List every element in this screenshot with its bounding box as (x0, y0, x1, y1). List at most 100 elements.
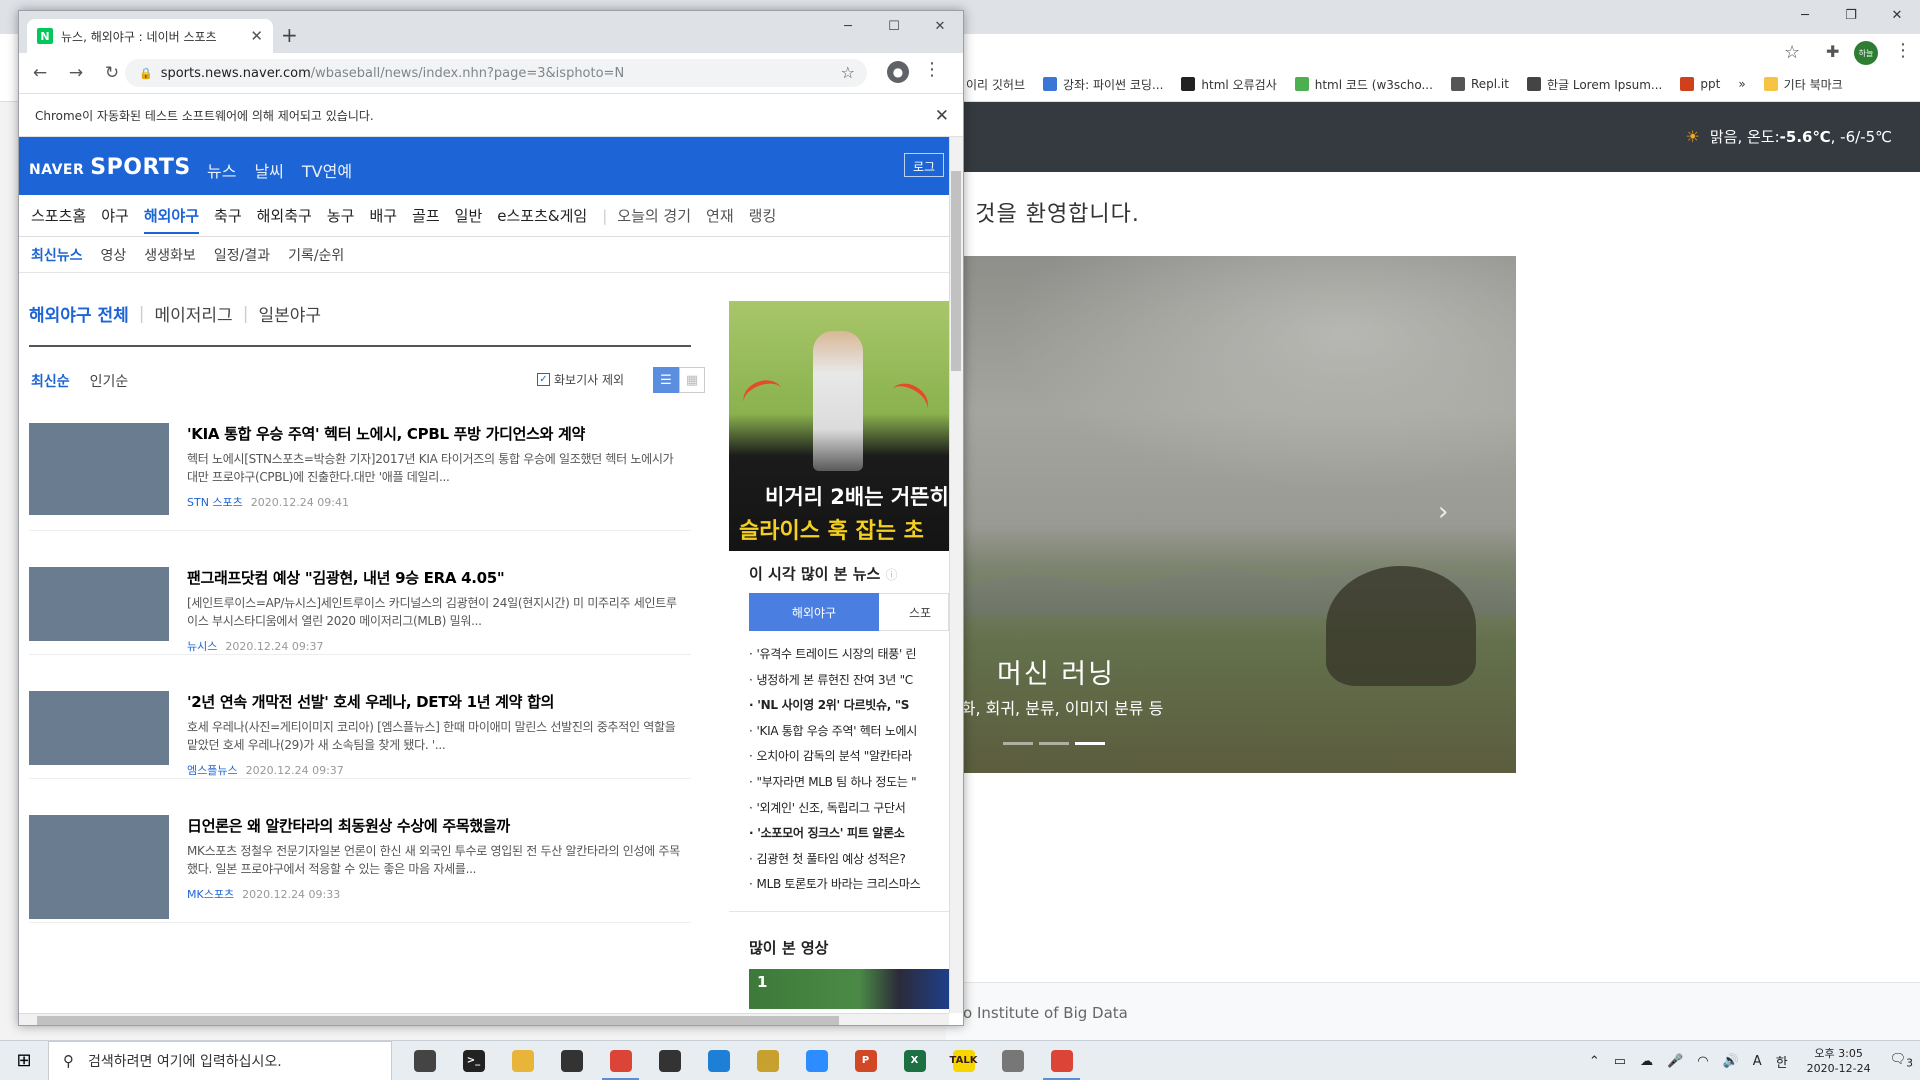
popular-news-item[interactable]: 오치아이 감독의 분석 "알칸타라 (749, 747, 949, 773)
notifications-icon[interactable]: 🗨3 (1890, 1052, 1913, 1070)
cloud-icon[interactable]: ☁ (1640, 1054, 1653, 1069)
popular-tab-overseas-baseball[interactable]: 해외야구 (749, 593, 879, 631)
bookmark-item[interactable]: ppt (1680, 76, 1720, 93)
taskbar-search-box[interactable]: ⚲ 검색하려면 여기에 입력하십시오. (48, 1040, 392, 1080)
browser-menu-icon[interactable]: ⋮ (923, 59, 941, 80)
grid-view-icon[interactable]: ▦ (679, 367, 705, 393)
menu-volleyball[interactable]: 배구 (369, 205, 397, 226)
article-thumbnail[interactable] (29, 567, 169, 641)
popular-tab-sports[interactable]: 스포 (879, 593, 949, 631)
bookmarks-overflow-icon[interactable]: » (1738, 77, 1745, 91)
terminal-icon[interactable] (547, 1041, 596, 1080)
tablet-icon[interactable]: ▭ (1614, 1054, 1626, 1069)
chrome-icon[interactable] (596, 1041, 645, 1080)
carousel-dot[interactable] (1003, 742, 1033, 745)
sub-schedule[interactable]: 일정/결과 (214, 245, 270, 265)
vertical-scroll-thumb[interactable] (951, 171, 961, 371)
menu-baseball[interactable]: 야구 (101, 205, 129, 226)
ime-mode-han[interactable]: 한 (1776, 1052, 1788, 1071)
chevron-up-icon[interactable]: ⌃ (1589, 1054, 1600, 1069)
bookmark-item[interactable]: Repl.it (1450, 76, 1509, 93)
article-title[interactable]: 'KIA 통합 우승 주역' 헥터 노에시, CPBL 푸방 가디언스와 계약 (187, 423, 687, 444)
other-bookmarks-folder[interactable]: 기타 북마크 (1763, 76, 1843, 93)
menu-soccer[interactable]: 축구 (214, 205, 242, 226)
top-menu-tv[interactable]: TV연예 (302, 158, 352, 182)
sort-latest[interactable]: 최신순 (31, 371, 70, 391)
category-all[interactable]: 해외야구 전체 (29, 301, 129, 326)
vscode-icon[interactable] (694, 1041, 743, 1080)
taskbar-clock[interactable]: 오후 3:05 2020-12-24 (1807, 1046, 1871, 1076)
article-item[interactable]: 'KIA 통합 우승 주역' 헥터 노에시, CPBL 푸방 가디언스와 계약 … (29, 407, 691, 531)
sub-video[interactable]: 영상 (101, 245, 127, 265)
excel-icon[interactable]: X (890, 1041, 939, 1080)
exclude-photo-checkbox[interactable]: ✓ 화보기사 제외 (537, 371, 624, 388)
bookmark-item[interactable]: 강좌: 파이썬 코딩... (1043, 76, 1163, 93)
wifi-icon[interactable]: ◠ (1697, 1054, 1708, 1069)
task-view-icon[interactable] (400, 1041, 449, 1080)
bookmark-star-icon[interactable]: ☆ (1784, 42, 1800, 63)
article-thumbnail[interactable] (29, 423, 169, 515)
minimize-icon[interactable]: ─ (825, 11, 871, 41)
bookmark-item[interactable]: 한글 Lorem Ipsum... (1526, 76, 1662, 93)
close-icon[interactable]: ✕ (1874, 0, 1920, 30)
popular-news-item[interactable]: 'KIA 통합 우승 주역' 헥터 노에시 (749, 722, 949, 748)
article-title[interactable]: 日언론은 왜 알칸타라의 최동원상 수상에 주목했을까 (187, 815, 687, 836)
menu-ranking[interactable]: 랭킹 (749, 205, 777, 226)
article-thumbnail[interactable] (29, 691, 169, 765)
article-item[interactable]: 팬그래프닷컴 예상 "김광현, 내년 9승 ERA 4.05" [세인트루이스=… (29, 551, 691, 655)
popular-news-item[interactable]: MLB 토론토가 바라는 크리스마스 (749, 875, 949, 901)
sort-popular[interactable]: 인기순 (90, 371, 129, 391)
app-icon[interactable] (645, 1041, 694, 1080)
carousel-indicators[interactable] (1003, 742, 1105, 745)
menu-today-games[interactable]: 오늘의 경기 (617, 205, 691, 226)
menu-esports[interactable]: e스포츠&게임 (497, 205, 587, 226)
info-icon[interactable]: ⓘ (886, 568, 898, 582)
close-infobar-icon[interactable]: ✕ (935, 106, 949, 126)
paint-icon[interactable] (743, 1041, 792, 1080)
kakaotalk-icon[interactable]: TALK (939, 1041, 988, 1080)
popular-video-thumbnail[interactable]: 1 (749, 969, 949, 1009)
forward-icon[interactable]: → (61, 63, 91, 83)
popular-news-item[interactable]: "부자라면 MLB 팀 하나 정도는 " (749, 773, 949, 799)
zoom-icon[interactable] (792, 1041, 841, 1080)
back-icon[interactable]: ← (25, 63, 55, 83)
carousel-dot[interactable] (1039, 742, 1069, 745)
bookmark-item[interactable]: html 오류검사 (1181, 76, 1277, 93)
file-explorer-icon[interactable] (498, 1041, 547, 1080)
popular-news-item[interactable]: '유격수 트레이드 시장의 태풍' 린 (749, 645, 949, 671)
maximize-icon[interactable]: ☐ (871, 11, 917, 41)
bookmark-star-icon[interactable]: ☆ (841, 63, 855, 82)
browser-tab[interactable]: N 뉴스, 해외야구 : 네이버 스포츠 ✕ (27, 19, 273, 53)
menu-general[interactable]: 일반 (455, 205, 483, 226)
new-tab-icon[interactable]: + (281, 23, 298, 47)
sub-photos[interactable]: 생생화보 (144, 245, 196, 265)
microphone-icon[interactable]: 🎤 (1667, 1054, 1683, 1069)
app-icon[interactable] (988, 1041, 1037, 1080)
reload-icon[interactable]: ↻ (97, 63, 127, 83)
restore-icon[interactable]: ❐ (1828, 0, 1874, 30)
checkbox-icon[interactable]: ✓ (537, 373, 550, 386)
extensions-icon[interactable]: ✚ (1826, 42, 1839, 61)
horizontal-scroll-thumb[interactable] (37, 1016, 839, 1025)
ime-mode-a[interactable]: A (1753, 1054, 1762, 1069)
minimize-icon[interactable]: ─ (1782, 0, 1828, 30)
browser-menu-icon[interactable]: ⋮ (1894, 40, 1912, 61)
login-button[interactable]: 로그 (904, 153, 945, 177)
article-item[interactable]: '2년 연속 개막전 선발' 호세 우레나, DET와 1년 계약 합의 호세 … (29, 675, 691, 779)
volume-icon[interactable]: 🔊 (1723, 1054, 1739, 1069)
menu-sports-home[interactable]: 스포츠홈 (31, 205, 86, 226)
terminal-icon[interactable]: >_ (449, 1041, 498, 1080)
list-view-icon[interactable]: ☰ (653, 367, 679, 393)
profile-icon[interactable]: ● (887, 61, 909, 83)
popular-news-item[interactable]: '소포모어 징크스' 피트 알론소 (749, 824, 949, 850)
popular-news-item[interactable]: 'NL 사이영 2위' 다르빗슈, "S (749, 696, 949, 722)
article-source[interactable]: MK스포츠 (187, 888, 234, 901)
menu-overseas-baseball[interactable]: 해외야구 (143, 205, 200, 234)
menu-basketball[interactable]: 농구 (327, 205, 355, 226)
category-mlb[interactable]: 메이저리그 (155, 301, 233, 326)
menu-series[interactable]: 연재 (706, 205, 734, 226)
popular-news-item[interactable]: 김광현 첫 풀타임 예상 성적은? (749, 850, 949, 876)
chevron-right-icon[interactable]: › (1438, 497, 1448, 527)
chrome-icon[interactable] (1037, 1041, 1086, 1080)
menu-golf[interactable]: 골프 (412, 205, 440, 226)
